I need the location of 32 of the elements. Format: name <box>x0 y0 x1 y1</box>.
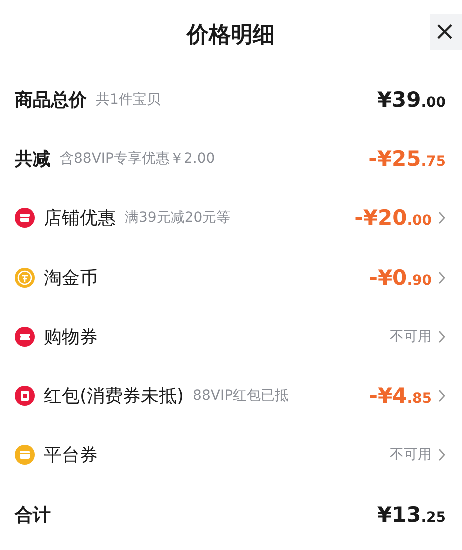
row-note: 满39元减20元等 <box>125 209 231 228</box>
price-text: -¥4.85 <box>369 384 432 408</box>
price-text: -¥0.90 <box>369 266 432 290</box>
coin-icon <box>15 268 35 288</box>
chevron-icon[interactable] <box>438 270 446 285</box>
status-text: 不可用 <box>390 446 432 464</box>
row-label: 淘金币 <box>44 266 98 290</box>
ticket-icon <box>15 326 35 347</box>
row-label: 合计 <box>15 504 51 527</box>
price-text: -¥25.75 <box>368 146 446 171</box>
shop-icon <box>15 208 35 228</box>
row-note: 88VIP红包已抵 <box>193 387 290 406</box>
price-text: ¥39.00 <box>377 88 446 112</box>
row-label: 共减 <box>15 148 51 171</box>
status-text: 不可用 <box>390 328 432 346</box>
row-label: 红包(消费券未抵) <box>44 385 184 408</box>
row-label: 店铺优惠 <box>44 207 116 230</box>
price-text: ¥13.25 <box>377 502 446 527</box>
close-button[interactable]: × <box>430 14 462 50</box>
price-text: -¥20.00 <box>354 206 432 230</box>
envelope-icon <box>15 386 35 406</box>
row-note: 共1件宝贝 <box>96 90 161 109</box>
row-label: 平台券 <box>44 444 98 468</box>
chevron-icon[interactable] <box>438 448 446 462</box>
chevron-icon[interactable] <box>438 330 446 344</box>
chevron-icon[interactable] <box>438 389 446 404</box>
row-note: 含88VIP专享优惠￥2.00 <box>60 150 216 168</box>
wallet-icon <box>15 445 35 466</box>
sheet-title: 价格明细 <box>187 22 275 50</box>
chevron-icon[interactable] <box>438 211 446 226</box>
row-label: 购物券 <box>44 326 98 349</box>
row-label: 商品总价 <box>15 88 87 112</box>
